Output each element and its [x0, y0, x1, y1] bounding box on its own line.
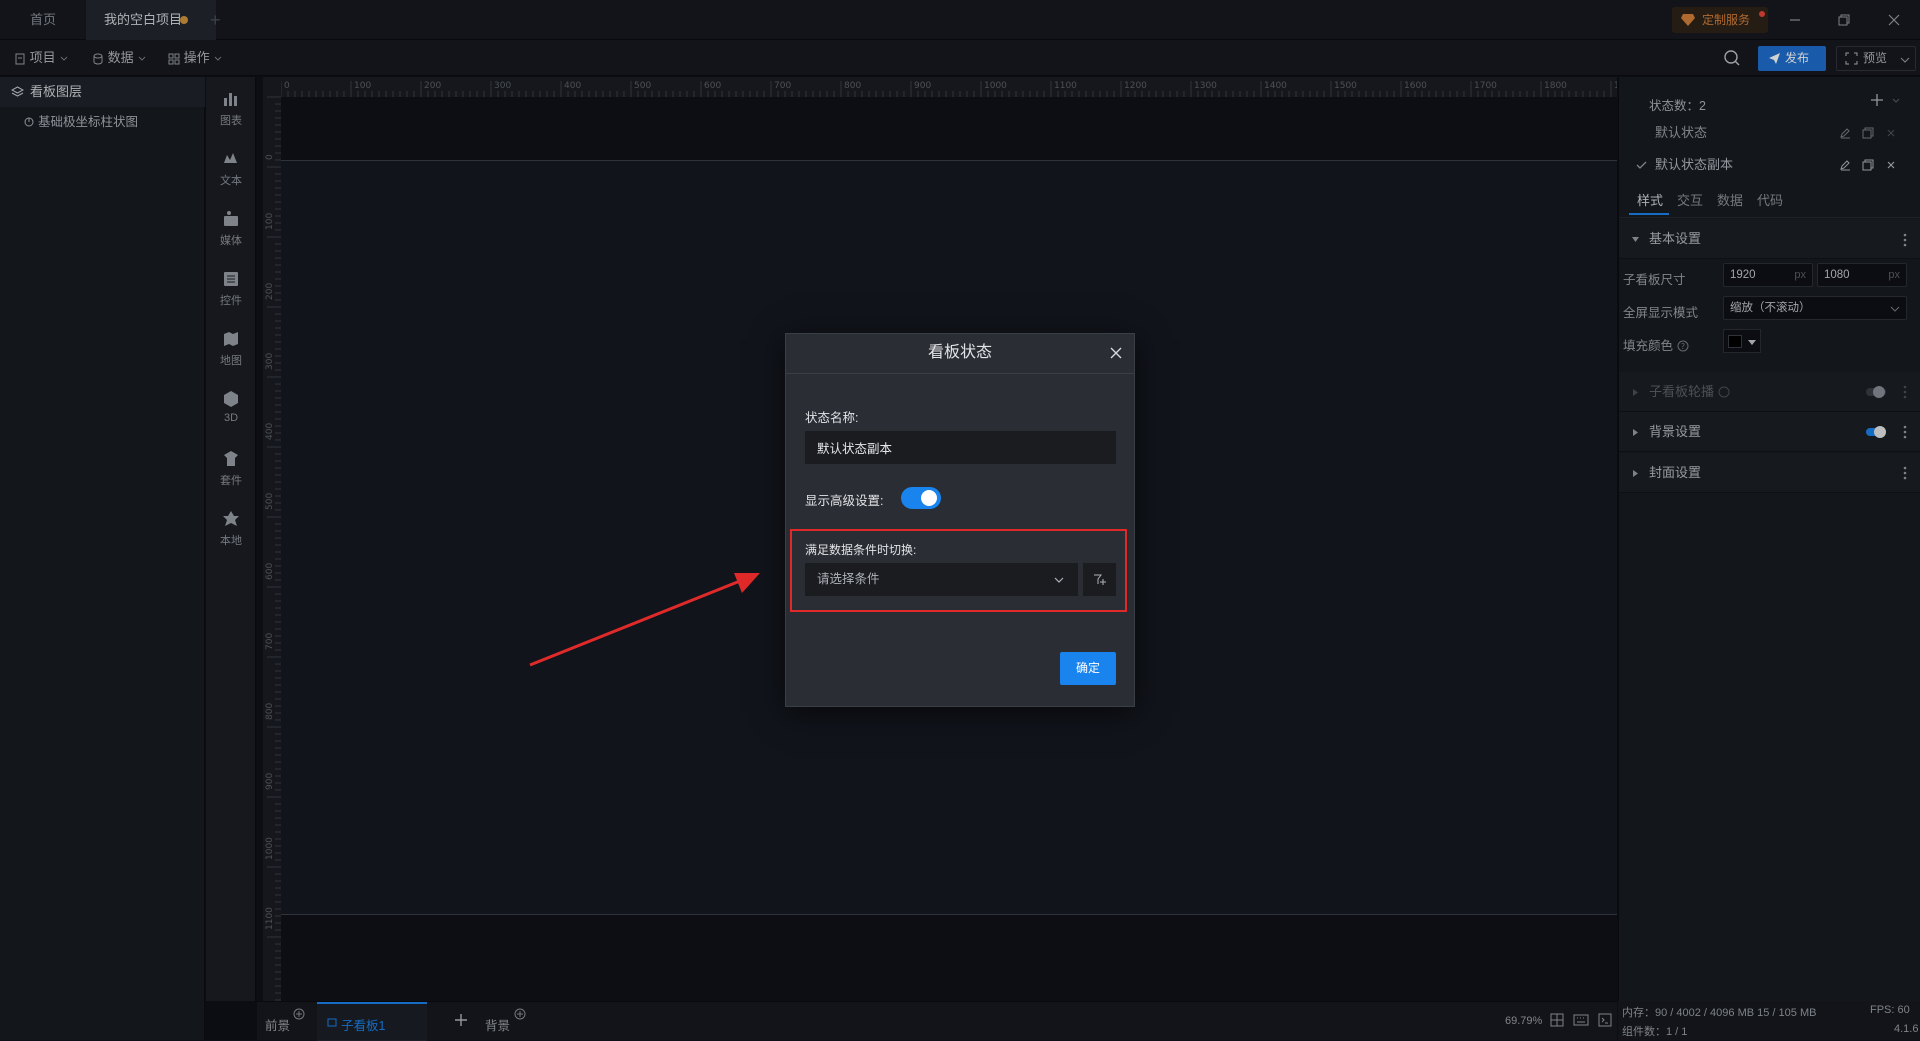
- confirm-button[interactable]: 确定: [1060, 652, 1116, 685]
- advanced-label: 显示高级设置:: [805, 494, 884, 508]
- dialog-header: 看板状态: [786, 334, 1134, 374]
- filter-add-icon: [1094, 574, 1106, 585]
- condition-config-button[interactable]: [1083, 563, 1116, 596]
- advanced-settings-toggle[interactable]: [901, 487, 941, 509]
- annotation-arrow-icon: [529, 573, 760, 667]
- dialog-title: 看板状态: [927, 344, 992, 361]
- chevron-down-icon: [1054, 577, 1064, 583]
- condition-label: 满足数据条件时切换:: [805, 543, 917, 557]
- state-name-label: 状态名称:: [805, 411, 859, 425]
- state-name-input[interactable]: [805, 431, 1116, 464]
- close-icon[interactable]: [1108, 345, 1124, 361]
- toggle-knob: [921, 490, 937, 506]
- board-state-dialog: 看板状态 状态名称: 显示高级设置: 满足数据条件时切换: 请选择条件 确定: [785, 333, 1135, 707]
- condition-select[interactable]: 请选择条件: [805, 563, 1078, 596]
